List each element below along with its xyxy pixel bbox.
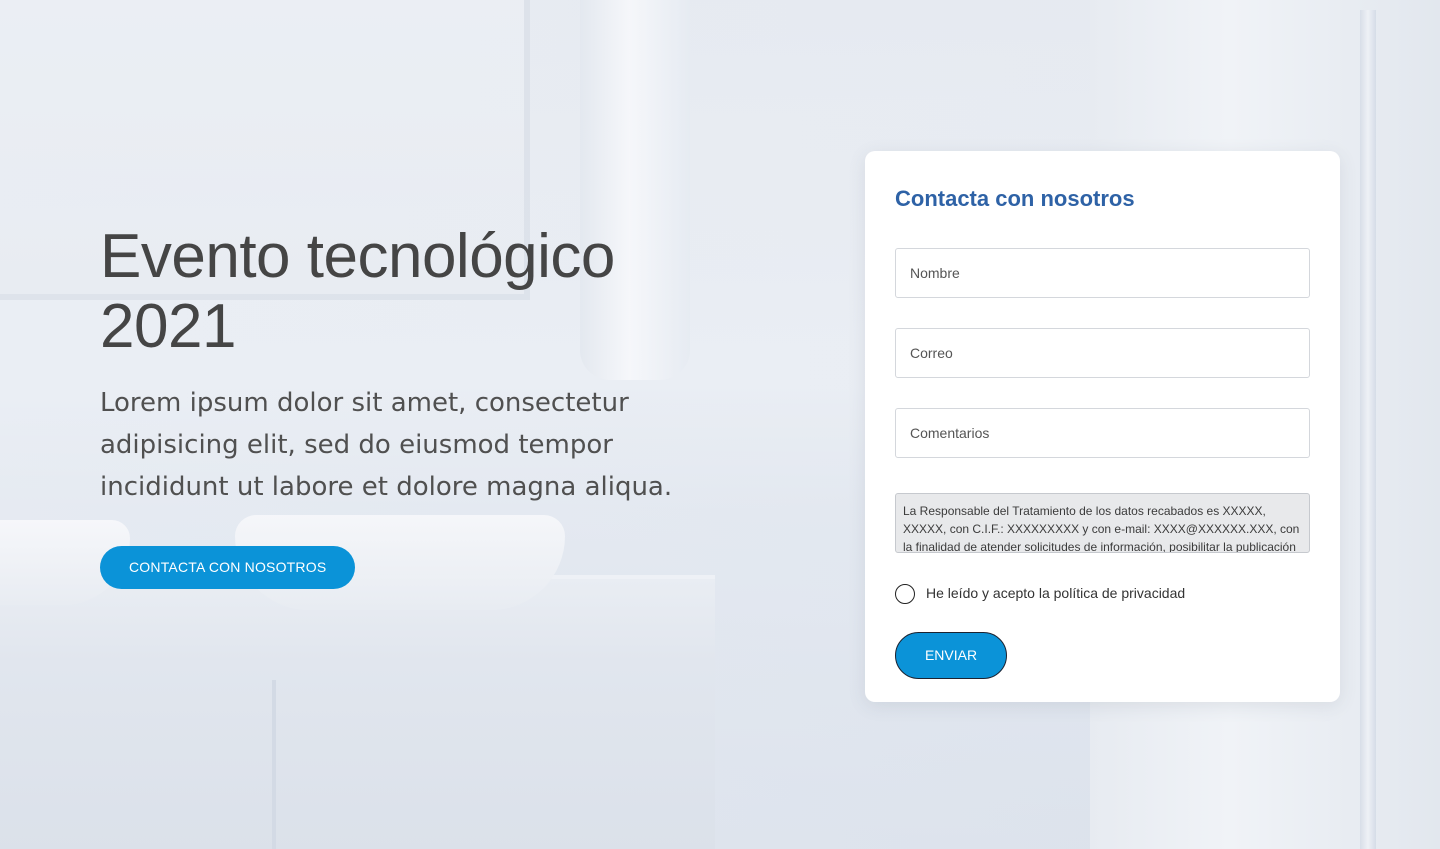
hero-description: Lorem ipsum dolor sit amet, consectetur … bbox=[100, 388, 673, 502]
name-input[interactable] bbox=[896, 249, 1309, 297]
hero-section: Evento tecnológico 2021 Lorem ipsum dolo… bbox=[100, 222, 740, 589]
vanity-counter bbox=[0, 575, 715, 849]
privacy-legal-textarea[interactable]: La Responsable del Tratamiento de los da… bbox=[895, 493, 1310, 553]
privacy-consent-label[interactable]: He leído y acepto la política de privaci… bbox=[926, 585, 1185, 601]
email-input[interactable] bbox=[896, 329, 1309, 377]
comments-field bbox=[895, 408, 1310, 458]
form-title: Contacta con nosotros bbox=[895, 186, 1135, 211]
towel-rail bbox=[1360, 10, 1376, 849]
email-field bbox=[895, 328, 1310, 378]
privacy-consent-radio[interactable] bbox=[895, 584, 915, 604]
hero-title: Evento tecnológico 2021 bbox=[100, 222, 740, 362]
hero-title-line1: Evento tecnológico bbox=[100, 222, 615, 291]
cabinet-divider bbox=[272, 680, 276, 849]
privacy-consent-row: He leído y acepto la política de privaci… bbox=[895, 583, 1310, 605]
comments-input[interactable] bbox=[896, 409, 1309, 457]
contact-form: Contacta con nosotros La Responsable del… bbox=[865, 151, 1340, 702]
hero-title-line2: 2021 bbox=[100, 292, 236, 361]
name-field bbox=[895, 248, 1310, 298]
submit-button[interactable]: ENVIAR bbox=[895, 632, 1007, 679]
contact-us-button[interactable]: CONTACTA CON NOSOTROS bbox=[100, 546, 356, 589]
